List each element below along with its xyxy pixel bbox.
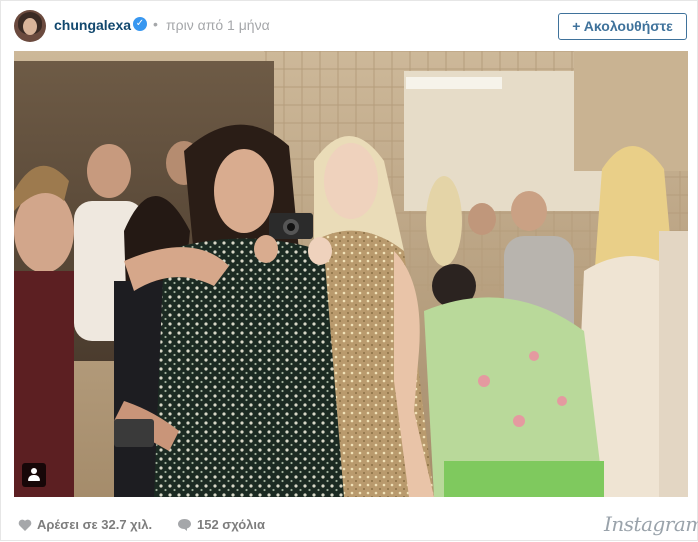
user-tag-head [31, 468, 37, 474]
follow-button[interactable]: + Ακολουθήστε [558, 13, 687, 40]
user-tag-body [28, 475, 40, 481]
post-header: chungalexa ✓ • πριν από 1 μήνα + Ακολουθ… [1, 1, 698, 51]
comment-icon[interactable] [177, 518, 192, 532]
username-link[interactable]: chungalexa [54, 17, 131, 33]
post-timestamp[interactable]: πριν από 1 μήνα [166, 17, 270, 33]
likes-count[interactable]: Αρέσει σε 32.7 χιλ. [37, 517, 152, 532]
heart-icon[interactable] [18, 518, 32, 532]
avatar[interactable] [14, 10, 46, 42]
instagram-logo[interactable]: Instagram [604, 512, 698, 536]
post-footer: Αρέσει σε 32.7 χιλ. 152 σχόλια Instagram [1, 506, 698, 542]
user-tag-icon[interactable] [22, 463, 46, 487]
photo-illustration [14, 51, 688, 497]
separator-dot: • [153, 16, 158, 32]
avatar-face [23, 18, 37, 35]
comments-count[interactable]: 152 σχόλια [197, 517, 265, 532]
post-photo[interactable] [14, 51, 688, 497]
verified-badge-icon: ✓ [133, 17, 147, 31]
instagram-post-card: chungalexa ✓ • πριν από 1 μήνα + Ακολουθ… [0, 0, 698, 541]
